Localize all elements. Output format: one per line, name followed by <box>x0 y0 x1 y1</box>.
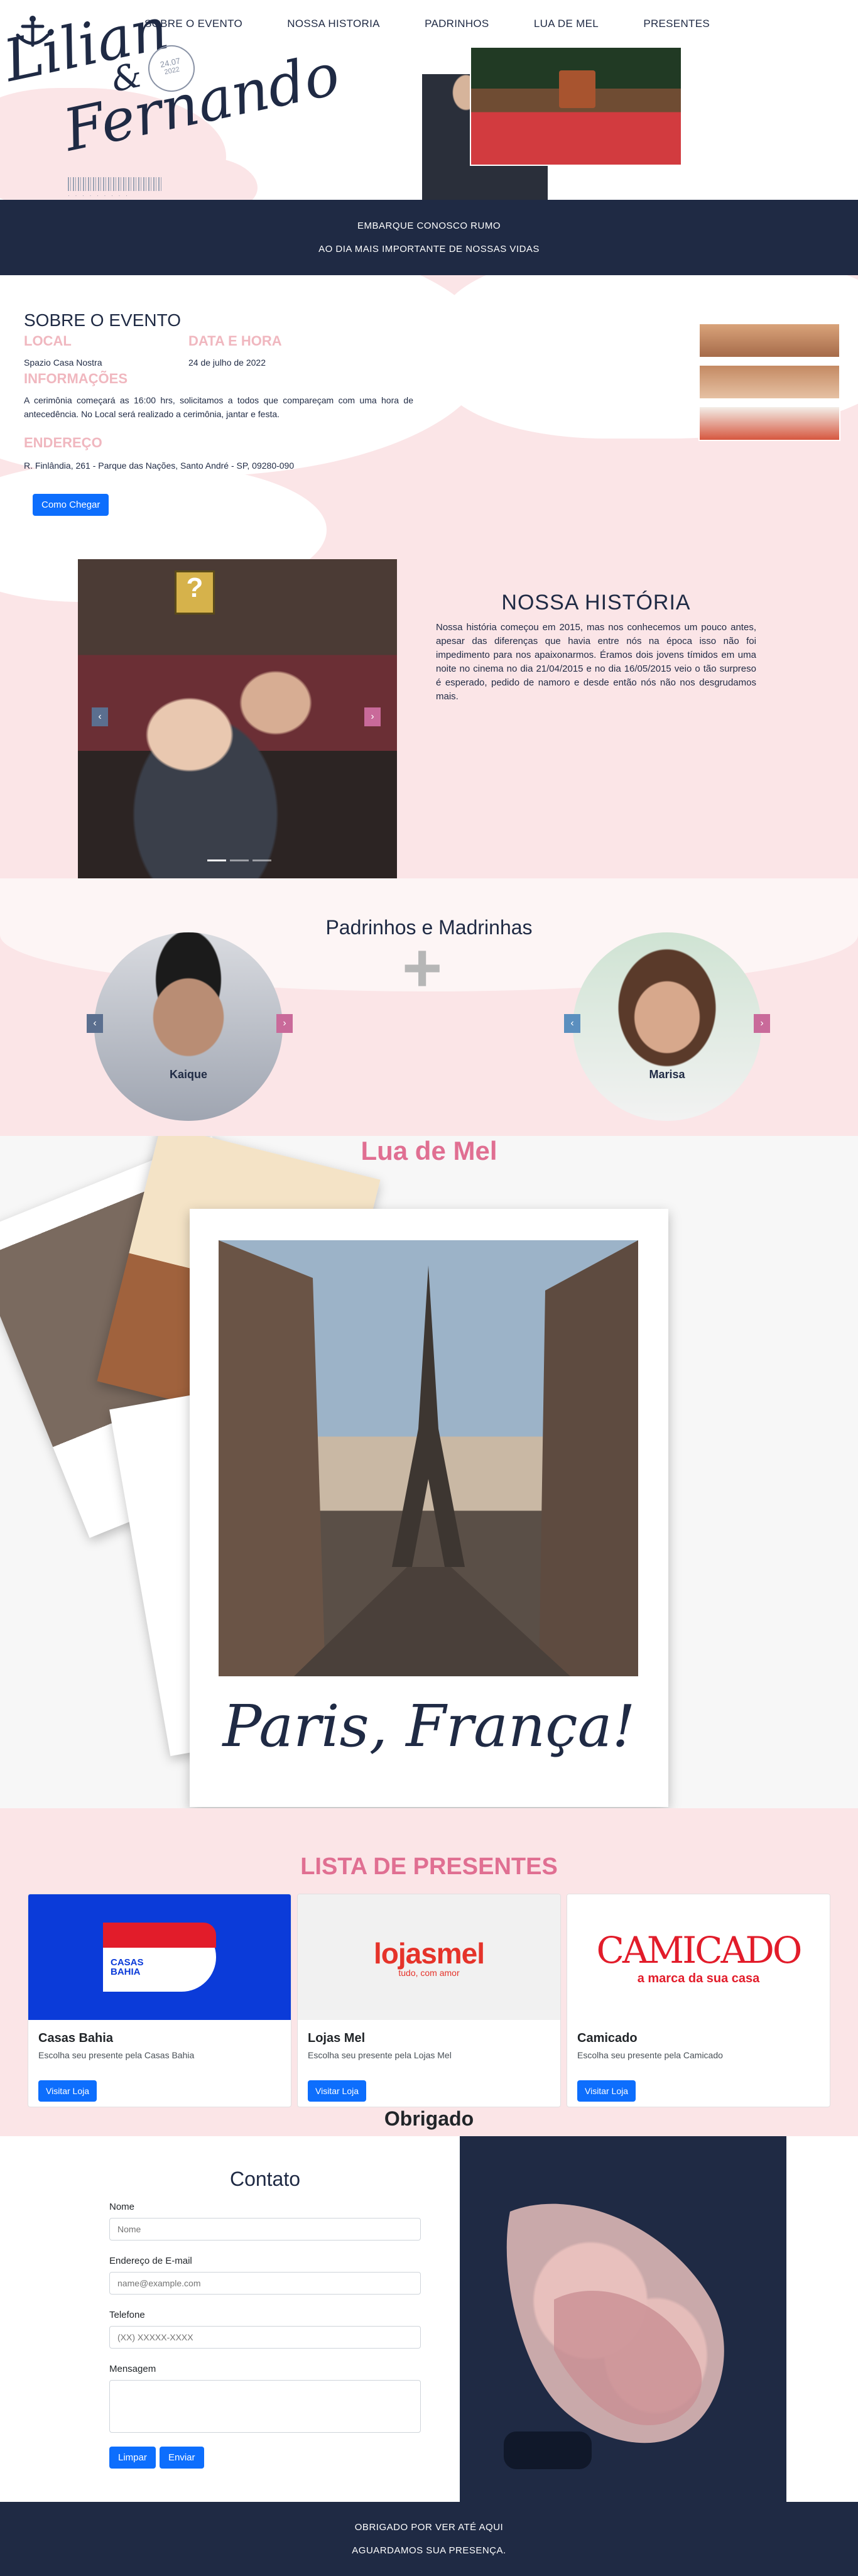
padrinho-name: Kaique <box>169 1068 207 1081</box>
local-value: Spazio Casa Nostra <box>24 357 102 368</box>
info-label: INFORMAÇÕES <box>24 371 128 386</box>
paris-caption: Paris, França! <box>222 1693 636 1760</box>
paris-photo <box>219 1240 638 1676</box>
venue-thumb-3 <box>698 406 840 441</box>
barcode-text: · · · · · · · · · <box>68 192 129 199</box>
carousel-next-button[interactable]: › <box>364 707 381 726</box>
section-lua-de-mel: Lua de Mel Paris, França! <box>0 1136 858 1808</box>
section-presentes: LISTA DE PRESENTES CASAS BAHIA Casas Bah… <box>0 1808 858 2148</box>
padrinho-card: Kaique <box>94 932 283 1121</box>
visitar-loja-button[interactable]: Visitar Loja <box>308 2080 367 2102</box>
hero-banner: EMBARQUE CONOSCO RUMO AO DIA MAIS IMPORT… <box>0 200 858 275</box>
email-input[interactable] <box>109 2272 421 2295</box>
gift-store-desc: Escolha seu presente pela Camicado <box>577 2050 723 2060</box>
enviar-button[interactable]: Enviar <box>160 2447 204 2469</box>
camicado-logo-text: CAMICADO <box>596 1928 803 1972</box>
telefone-input[interactable] <box>109 2326 421 2349</box>
story-carousel: ? ‹ › <box>78 559 397 878</box>
gift-card-camicado: CAMICADO a marca da sua casa Camicado Es… <box>567 1894 830 2107</box>
gift-store-name: Camicado <box>577 2031 638 2045</box>
gift-card-lojas-mel: lojasmel tudo, com amor Lojas Mel Escolh… <box>297 1894 561 2107</box>
lua-de-mel-title: Lua de Mel <box>361 1136 497 1165</box>
madrinha-next-button[interactable]: › <box>754 1014 770 1033</box>
gift-card-casas-bahia: CASAS BAHIA Casas Bahia Escolha seu pres… <box>28 1894 291 2107</box>
mensagem-label: Mensagem <box>109 2364 156 2374</box>
hands-photo <box>460 2136 786 2502</box>
local-label: LOCAL <box>24 333 72 349</box>
gift-store-name: Lojas Mel <box>308 2031 366 2045</box>
lojas-mel-tagline: tudo, com amor <box>398 1968 460 1978</box>
gift-store-desc: Escolha seu presente pela Lojas Mel <box>308 2050 452 2060</box>
venue-thumb-2 <box>698 364 840 400</box>
carousel-indicator[interactable] <box>207 860 226 861</box>
lojas-mel-logo-text: lojasmel <box>373 1937 485 1970</box>
padrinho-prev-button[interactable]: ‹ <box>87 1014 103 1033</box>
info-text: A cerimônia começará as 16:00 hrs, solic… <box>24 395 413 419</box>
historia-title: NOSSA HISTÓRIA <box>501 591 691 614</box>
banner-line-2: AO DIA MAIS IMPORTANTE DE NOSSAS VIDAS <box>318 244 540 254</box>
visitar-loja-button[interactable]: Visitar Loja <box>577 2080 636 2102</box>
endereco-label: ENDEREÇO <box>24 435 102 450</box>
barcode-decoration <box>68 177 162 191</box>
site-footer: OBRIGADO POR VER ATÉ AQUI AGUARDAMOS SUA… <box>0 2502 858 2576</box>
limpar-button[interactable]: Limpar <box>109 2447 156 2469</box>
como-chegar-button[interactable]: Como Chegar <box>33 494 109 516</box>
sobre-title: SOBRE O EVENTO <box>24 310 181 330</box>
gift-store-name: Casas Bahia <box>38 2031 113 2045</box>
venue-thumb-1 <box>698 323 840 358</box>
nav-item-padrinhos[interactable]: PADRINHOS <box>425 18 489 30</box>
camicado-logo: CAMICADO a marca da sua casa <box>567 1894 830 2020</box>
endereco-value: R. Finlândia, 261 - Parque das Nações, S… <box>24 461 295 471</box>
email-label: Endereço de E-mail <box>109 2256 192 2266</box>
madrinha-prev-button[interactable]: ‹ <box>564 1014 580 1033</box>
mensagem-textarea[interactable] <box>109 2380 421 2433</box>
lojas-mel-logo: lojasmel tudo, com amor <box>298 1894 560 2020</box>
venue-photo-main <box>470 46 682 166</box>
carousel-prev-button[interactable]: ‹ <box>92 707 108 726</box>
contato-title: Contato <box>229 2168 301 2190</box>
banner-line-1: EMBARQUE CONOSCO RUMO <box>357 221 501 231</box>
camicado-tagline: a marca da sua casa <box>637 1971 760 1985</box>
nome-input[interactable] <box>109 2218 421 2240</box>
site-header: SOBRE O EVENTO NOSSA HISTORIA PADRINHOS … <box>0 0 858 200</box>
gift-store-desc: Escolha seu presente pela Casas Bahia <box>38 2050 195 2060</box>
nav-item-lua-de-mel[interactable]: LUA DE MEL <box>534 18 599 30</box>
historia-text: Nossa história começou em 2015, mas nos … <box>436 622 756 702</box>
carousel-indicator[interactable] <box>253 860 271 861</box>
madrinha-card: Marisa <box>573 932 761 1121</box>
padrinho-next-button[interactable]: › <box>276 1014 293 1033</box>
visitar-loja-button[interactable]: Visitar Loja <box>38 2080 97 2102</box>
nav-item-presentes[interactable]: PRESENTES <box>643 18 710 30</box>
question-block-decoration: ? <box>175 570 215 614</box>
nome-label: Nome <box>109 2202 135 2212</box>
telefone-label: Telefone <box>109 2310 145 2320</box>
presentes-title: LISTA DE PRESENTES <box>300 1853 558 1880</box>
data-value: 24 de julho de 2022 <box>188 357 266 368</box>
paris-polaroid: Paris, França! <box>190 1209 668 1807</box>
footer-line-1: OBRIGADO POR VER ATÉ AQUI <box>354 2522 504 2533</box>
casas-bahia-logo-bottom: BAHIA <box>111 1967 141 1977</box>
footer-line-2: AGUARDAMOS SUA PRESENÇA. <box>352 2545 506 2556</box>
casas-bahia-logo: CASAS BAHIA <box>28 1894 291 2020</box>
carousel-indicators <box>207 860 271 861</box>
obrigado-text: Obrigado <box>384 2107 474 2130</box>
carousel-indicator[interactable] <box>230 860 249 861</box>
data-label: DATA E HORA <box>188 333 282 349</box>
section-contato: Contato Nome Endereço de E-mail Telefone… <box>0 2136 858 2502</box>
madrinha-name: Marisa <box>649 1068 685 1081</box>
plus-icon: + <box>402 929 443 1007</box>
